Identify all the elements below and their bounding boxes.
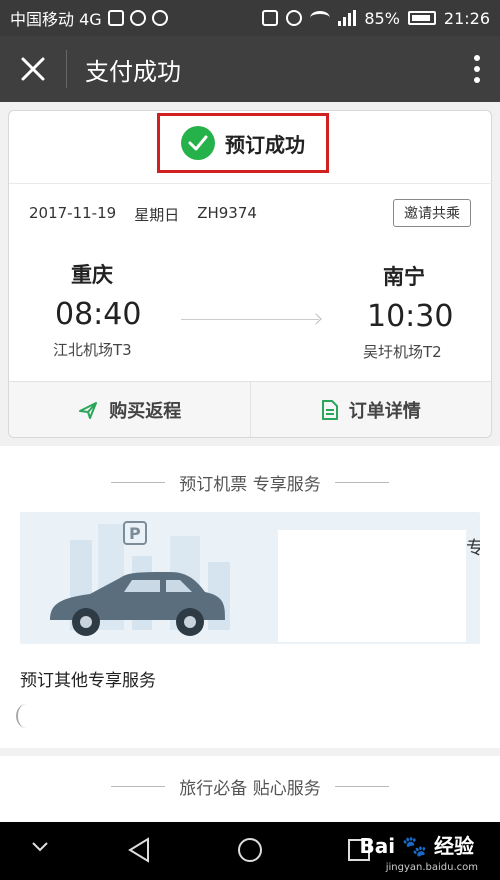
chevron-down-icon: [32, 842, 48, 852]
departure-city: 重庆: [71, 263, 113, 287]
travel-services-header: 旅行必备 贴心服务: [0, 774, 500, 799]
flight-info: 2017-11-19 星期日 ZH9374: [29, 204, 257, 225]
baidu-watermark: Bai 🐾 经验: [360, 830, 474, 859]
close-icon: [21, 57, 45, 81]
watermark-brand: Bai: [359, 834, 396, 858]
other-services-title: 预订其他专享服务: [20, 671, 156, 691]
card-divider: [9, 183, 493, 184]
nav-collapse-button[interactable]: [30, 840, 50, 854]
carrier-text: 中国移动 4G: [10, 10, 102, 29]
android-nav-bar: Bai 🐾 经验 jingyan.baidu.com: [0, 822, 500, 880]
order-details-label: 订单详情: [348, 400, 421, 422]
route-arrow-line: [181, 319, 319, 320]
route-arrow-icon: [310, 313, 322, 325]
watermark-url: jingyan.baidu.com: [385, 862, 478, 873]
flight-number: ZH9374: [197, 204, 257, 222]
alarm-icon: [286, 10, 303, 26]
travel-services-section: 旅行必备 贴心服务: [0, 756, 500, 822]
booking-status-text: 预订成功: [225, 132, 305, 157]
notification-icon: [151, 10, 168, 26]
header-line-left: [111, 482, 166, 483]
title-divider: [66, 50, 67, 88]
services-header: 预订机票 专享服务: [0, 470, 500, 495]
flight-weekday: 星期日: [134, 206, 180, 224]
battery-percent: 85%: [364, 8, 400, 28]
buy-return-button[interactable]: 购买返程: [9, 382, 250, 437]
order-details-button[interactable]: 订单详情: [251, 382, 492, 437]
battery-icon: [407, 11, 436, 25]
services-section: 预订机票 专享服务 P 专 预订其他专享服务: [0, 446, 500, 748]
invite-share-button[interactable]: 邀请共乘: [393, 199, 471, 227]
signal-icon: [338, 10, 357, 26]
page-title: 支付成功: [85, 57, 181, 86]
flight-date: 2017-11-19: [29, 204, 117, 222]
arrival-airport: 吴圩机场T2: [363, 343, 442, 361]
wifi-icon: [310, 11, 331, 25]
plane-icon: [79, 401, 98, 419]
more-vertical-icon[interactable]: [454, 36, 500, 102]
buy-return-label: 购买返程: [109, 400, 182, 422]
home-circle-icon: [238, 838, 262, 862]
header-line-right: [334, 482, 389, 483]
action-bar: 购买返程 订单详情: [9, 381, 491, 437]
back-triangle-icon: [128, 837, 149, 863]
title-bar: 支付成功: [0, 36, 500, 102]
clock-time: 21:26: [443, 8, 490, 28]
image-icon: [107, 10, 124, 26]
status-bar: 中国移动 4G 85% 21:26: [0, 0, 500, 36]
arrival-city: 南宁: [383, 265, 425, 289]
header-line-right: [334, 786, 389, 787]
cloud-icon: [129, 10, 146, 26]
services-header-text: 预订机票 专享服务: [179, 475, 321, 495]
vibrate-icon: [262, 10, 279, 26]
departure-time: 08:40: [55, 297, 142, 332]
banner-edge-text: 专: [466, 538, 480, 559]
check-circle-icon: [181, 126, 215, 160]
paw-icon: 🐾: [402, 834, 428, 858]
parking-service-banner[interactable]: P 专: [20, 512, 480, 644]
banner-promo-panel: [278, 530, 466, 642]
watermark-suffix: 经验: [434, 834, 474, 858]
close-button[interactable]: [0, 36, 66, 102]
booking-card: 预订成功 2017-11-19 星期日 ZH9374 邀请共乘 重庆 08:40…: [8, 110, 493, 438]
parking-sign-icon: P: [129, 524, 141, 543]
arrival-time: 10:30: [367, 299, 454, 334]
travel-services-header-text: 旅行必备 贴心服务: [179, 779, 321, 799]
nav-home-button[interactable]: [236, 836, 264, 864]
departure-airport: 江北机场T3: [53, 341, 132, 359]
booking-status-highlight: 预订成功: [157, 113, 329, 173]
loading-spinner-icon: [16, 704, 36, 728]
header-line-left: [111, 786, 166, 787]
document-icon: [321, 399, 338, 420]
nav-back-button[interactable]: [126, 836, 152, 864]
